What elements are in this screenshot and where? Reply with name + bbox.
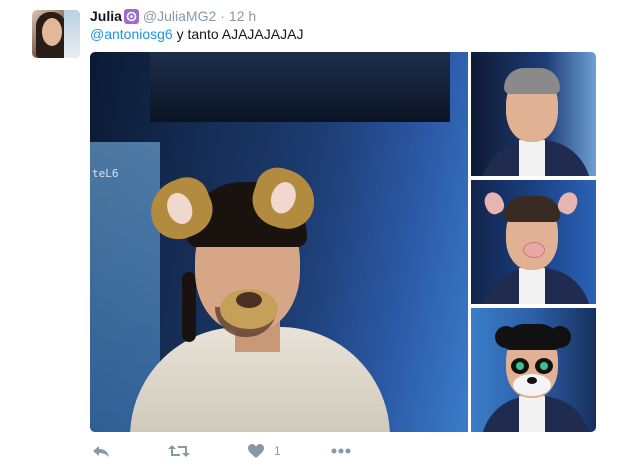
side-photo-1-collar bbox=[519, 140, 545, 176]
like-button[interactable]: 1 bbox=[248, 444, 281, 458]
media-grid: teL6 bbox=[90, 52, 596, 432]
tweet-actions: 1 bbox=[92, 442, 409, 460]
side-photo-2[interactable] bbox=[471, 180, 596, 304]
retweet-button[interactable] bbox=[168, 444, 190, 458]
photo-ponytail bbox=[182, 272, 196, 342]
panda-ear-left bbox=[495, 326, 517, 348]
heart-icon bbox=[248, 444, 264, 458]
mention-link[interactable]: @antoniosg6 bbox=[90, 26, 173, 42]
avatar[interactable] bbox=[32, 10, 80, 58]
side-photo-2-hair bbox=[504, 196, 560, 222]
avatar-face bbox=[42, 18, 62, 46]
more-icon bbox=[331, 448, 351, 454]
side-photo-3[interactable] bbox=[471, 308, 596, 432]
photo-ceiling bbox=[150, 52, 450, 122]
retweet-icon bbox=[168, 445, 190, 457]
tweet-text: @antoniosg6 y tanto AJAJAJAJAJ bbox=[90, 26, 303, 42]
side-photo-1-hair bbox=[504, 68, 560, 94]
panda-muzzle bbox=[513, 374, 551, 396]
side-photo-3-collar bbox=[519, 396, 545, 432]
side-photo-2-collar bbox=[519, 268, 545, 304]
more-button[interactable] bbox=[331, 448, 351, 454]
side-photo-1[interactable] bbox=[471, 52, 596, 176]
main-photo[interactable]: teL6 bbox=[90, 52, 468, 432]
like-count: 1 bbox=[274, 444, 281, 458]
panda-ear-right bbox=[549, 326, 571, 348]
verified-style-badge-icon bbox=[123, 8, 139, 24]
reply-button[interactable] bbox=[92, 444, 110, 458]
tweet-header: Julia @JuliaMG2 · 12 h bbox=[90, 7, 256, 25]
avatar-background bbox=[64, 10, 80, 58]
tweet-timestamp[interactable]: 12 h bbox=[229, 8, 256, 24]
reply-icon bbox=[93, 446, 109, 457]
author-handle[interactable]: @JuliaMG2 bbox=[143, 8, 216, 24]
tweet-body: y tanto AJAJAJAJAJ bbox=[172, 26, 304, 42]
pig-nose bbox=[523, 242, 545, 258]
panda-eye-left bbox=[511, 358, 529, 374]
panda-eye-right bbox=[535, 358, 553, 374]
dog-snout bbox=[220, 289, 278, 329]
author-name[interactable]: Julia bbox=[90, 8, 122, 24]
photo-background-sign: teL6 bbox=[92, 167, 119, 180]
header-separator: · bbox=[220, 8, 225, 24]
